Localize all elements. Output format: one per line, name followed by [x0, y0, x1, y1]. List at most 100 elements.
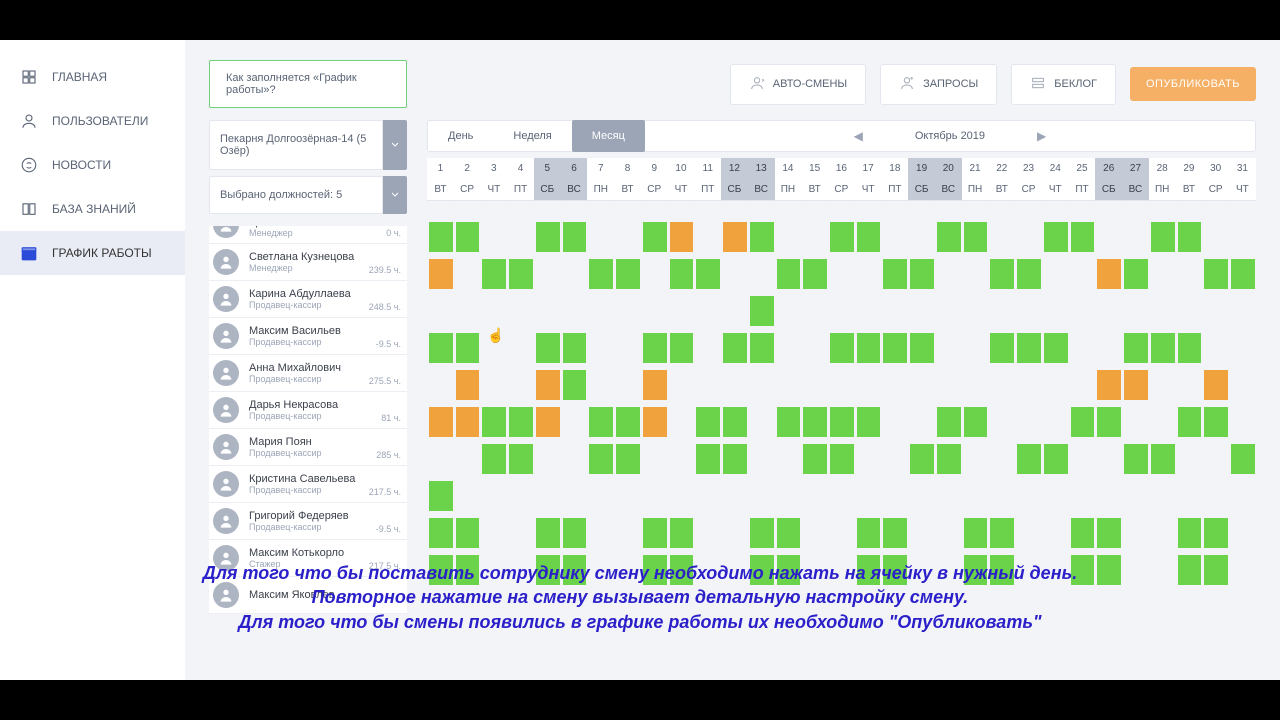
schedule-cell[interactable]: [1149, 404, 1176, 440]
schedule-cell[interactable]: [1015, 515, 1042, 551]
schedule-cell[interactable]: [1042, 478, 1069, 514]
schedule-cell[interactable]: [507, 441, 534, 477]
schedule-cell[interactable]: [561, 367, 588, 403]
schedule-cell[interactable]: [988, 367, 1015, 403]
shift-block[interactable]: [589, 444, 613, 474]
schedule-cell[interactable]: [561, 478, 588, 514]
schedule-cell[interactable]: [1042, 515, 1069, 551]
schedule-cell[interactable]: [962, 515, 989, 551]
schedule-cell[interactable]: [935, 367, 962, 403]
schedule-cell[interactable]: [775, 404, 802, 440]
shift-block[interactable]: [1124, 259, 1148, 289]
day-number[interactable]: 5: [534, 158, 561, 179]
schedule-cell[interactable]: [935, 330, 962, 366]
schedule-cell[interactable]: [641, 515, 668, 551]
schedule-cell[interactable]: [454, 441, 481, 477]
schedule-cell[interactable]: [534, 515, 561, 551]
shift-block[interactable]: [563, 333, 587, 363]
schedule-cell[interactable]: [1202, 515, 1229, 551]
schedule-cell[interactable]: [587, 219, 614, 255]
shift-block[interactable]: [830, 407, 854, 437]
schedule-cell[interactable]: [908, 219, 935, 255]
schedule-cell[interactable]: [1202, 256, 1229, 292]
shift-block[interactable]: [1204, 518, 1228, 548]
shift-block[interactable]: [536, 407, 560, 437]
shift-block[interactable]: [563, 518, 587, 548]
shift-block[interactable]: [670, 222, 694, 252]
schedule-cell[interactable]: [587, 256, 614, 292]
schedule-cell[interactable]: [1095, 293, 1122, 329]
schedule-cell[interactable]: [748, 201, 775, 218]
schedule-cell[interactable]: [1149, 478, 1176, 514]
schedule-cell[interactable]: [801, 293, 828, 329]
schedule-cell[interactable]: [668, 293, 695, 329]
shift-block[interactable]: [723, 444, 747, 474]
schedule-cell[interactable]: [641, 330, 668, 366]
shift-block[interactable]: [616, 259, 640, 289]
schedule-cell[interactable]: [935, 478, 962, 514]
schedule-cell[interactable]: [881, 441, 908, 477]
schedule-cell[interactable]: [988, 293, 1015, 329]
schedule-cell[interactable]: [587, 515, 614, 551]
schedule-cell[interactable]: [962, 219, 989, 255]
schedule-cell[interactable]: [668, 478, 695, 514]
day-number[interactable]: 12: [721, 158, 748, 179]
schedule-cell[interactable]: [748, 515, 775, 551]
schedule-cell[interactable]: [721, 441, 748, 477]
schedule-cell[interactable]: [1229, 293, 1256, 329]
schedule-cell[interactable]: [641, 404, 668, 440]
shift-block[interactable]: [964, 407, 988, 437]
shift-block[interactable]: [696, 444, 720, 474]
schedule-cell[interactable]: [828, 256, 855, 292]
shift-block[interactable]: [1097, 370, 1121, 400]
schedule-cell[interactable]: [668, 367, 695, 403]
schedule-cell[interactable]: [828, 201, 855, 218]
schedule-cell[interactable]: [721, 478, 748, 514]
schedule-cell[interactable]: [1069, 219, 1096, 255]
shift-block[interactable]: [1178, 222, 1202, 252]
schedule-cell[interactable]: [1095, 201, 1122, 218]
shift-block[interactable]: [643, 518, 667, 548]
shift-block[interactable]: [1151, 222, 1175, 252]
schedule-cell[interactable]: [828, 515, 855, 551]
schedule-cell[interactable]: [1042, 330, 1069, 366]
shift-block[interactable]: [1204, 370, 1228, 400]
shift-block[interactable]: [1231, 444, 1255, 474]
schedule-cell[interactable]: [1149, 293, 1176, 329]
schedule-cell[interactable]: [1015, 478, 1042, 514]
schedule-cell[interactable]: [587, 293, 614, 329]
nav-item-home[interactable]: ГЛАВНАЯ: [0, 55, 185, 99]
schedule-cell[interactable]: [1202, 404, 1229, 440]
schedule-cell[interactable]: [1229, 256, 1256, 292]
day-number[interactable]: 22: [988, 158, 1015, 179]
shift-block[interactable]: [1044, 333, 1068, 363]
schedule-cell[interactable]: [1042, 441, 1069, 477]
schedule-cell[interactable]: [1229, 478, 1256, 514]
schedule-cell[interactable]: [935, 441, 962, 477]
schedule-cell[interactable]: [1122, 478, 1149, 514]
schedule-cell[interactable]: [587, 330, 614, 366]
shift-block[interactable]: [643, 370, 667, 400]
schedule-cell[interactable]: [1069, 330, 1096, 366]
schedule-cell[interactable]: [908, 441, 935, 477]
shift-block[interactable]: [1231, 259, 1255, 289]
shift-block[interactable]: [910, 333, 934, 363]
shift-block[interactable]: [857, 407, 881, 437]
shift-block[interactable]: [750, 222, 774, 252]
schedule-cell[interactable]: [427, 404, 454, 440]
shift-block[interactable]: [589, 407, 613, 437]
schedule-cell[interactable]: [480, 515, 507, 551]
schedule-cell[interactable]: [1015, 367, 1042, 403]
schedule-cell[interactable]: [855, 219, 882, 255]
schedule-cell[interactable]: [561, 256, 588, 292]
schedule-cell[interactable]: [1122, 201, 1149, 218]
schedule-cell[interactable]: [614, 515, 641, 551]
day-number[interactable]: 8: [614, 158, 641, 179]
nav-item-kb[interactable]: БАЗА ЗНАНИЙ: [0, 187, 185, 231]
schedule-cell[interactable]: [1069, 293, 1096, 329]
schedule-cell[interactable]: [908, 404, 935, 440]
schedule-cell[interactable]: [881, 478, 908, 514]
schedule-cell[interactable]: [694, 293, 721, 329]
schedule-cell[interactable]: [721, 201, 748, 218]
schedule-cell[interactable]: [1042, 404, 1069, 440]
